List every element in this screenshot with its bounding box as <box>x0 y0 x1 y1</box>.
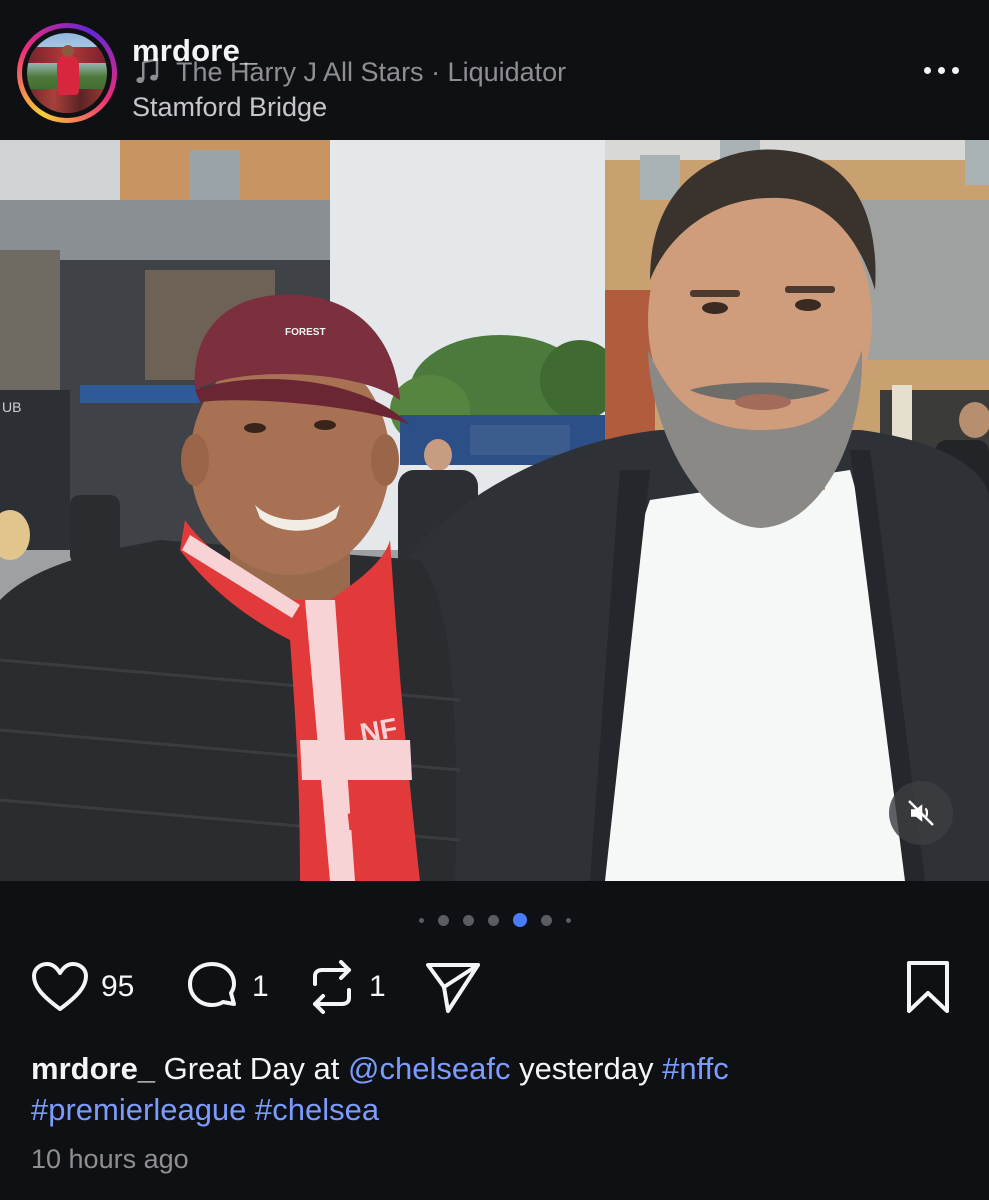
carousel-indicator <box>0 910 989 930</box>
caption-username[interactable]: mrdore_ <box>31 1051 155 1086</box>
mute-button[interactable] <box>889 781 953 845</box>
repost-icon <box>313 960 351 1014</box>
save-button[interactable] <box>905 955 951 1019</box>
more-dots-icon <box>923 66 931 74</box>
scarf-text-2: EST <box>345 804 395 837</box>
post-caption: mrdore_ Great Day at @chelseafc yesterda… <box>31 1048 931 1130</box>
post-timestamp: 10 hours ago <box>31 1144 189 1174</box>
post-username[interactable]: mrdore_ <box>132 33 257 69</box>
bookmark-icon <box>907 961 949 1013</box>
repost-button[interactable]: 1 <box>307 955 386 1019</box>
carousel-dot <box>418 917 424 923</box>
carousel-dot <box>540 914 552 926</box>
heart-icon <box>32 962 88 1011</box>
post-actions: 95 1 1 <box>0 955 989 1019</box>
repost-count: 1 <box>369 970 386 1003</box>
hashtag-chelsea[interactable]: #chelsea <box>255 1092 379 1127</box>
post-location[interactable]: Stamford Bridge <box>132 92 327 123</box>
caption-mention-chelseafc[interactable]: @chelseafc <box>348 1051 510 1086</box>
comment-count: 1 <box>252 970 269 1003</box>
caption-text: Great Day at <box>155 1051 349 1086</box>
carousel-dot <box>462 914 474 926</box>
carousel-dot <box>437 914 449 926</box>
like-button[interactable]: 95 <box>31 955 134 1019</box>
more-options-button[interactable] <box>919 55 963 85</box>
send-icon <box>426 963 480 1013</box>
hashtag-nffc[interactable]: #nffc <box>662 1051 729 1086</box>
avatar-story-ring[interactable] <box>17 23 117 123</box>
like-count: 95 <box>101 970 135 1003</box>
comment-button[interactable]: 1 <box>184 955 269 1019</box>
comment-bubble-icon <box>188 962 236 1007</box>
post-photo[interactable]: UB FOREST NF EST <box>0 140 989 881</box>
post-header: The Harry J All Stars · Liquidator mrdor… <box>0 0 989 140</box>
share-button[interactable] <box>424 955 482 1019</box>
cap-logo-text: FOREST <box>285 327 326 338</box>
svg-text:UB: UB <box>2 399 21 415</box>
carousel-dot <box>487 914 499 926</box>
speaker-muted-icon <box>908 800 934 826</box>
hashtag-premierleague[interactable]: #premierleague <box>31 1092 246 1127</box>
carousel-dot <box>565 917 571 923</box>
scarf-text-1: NF <box>357 712 400 750</box>
post-photo-illustration: UB <box>0 140 989 881</box>
avatar[interactable] <box>27 33 107 113</box>
caption-text: yesterday <box>510 1051 663 1086</box>
carousel-dot-active <box>512 913 527 927</box>
